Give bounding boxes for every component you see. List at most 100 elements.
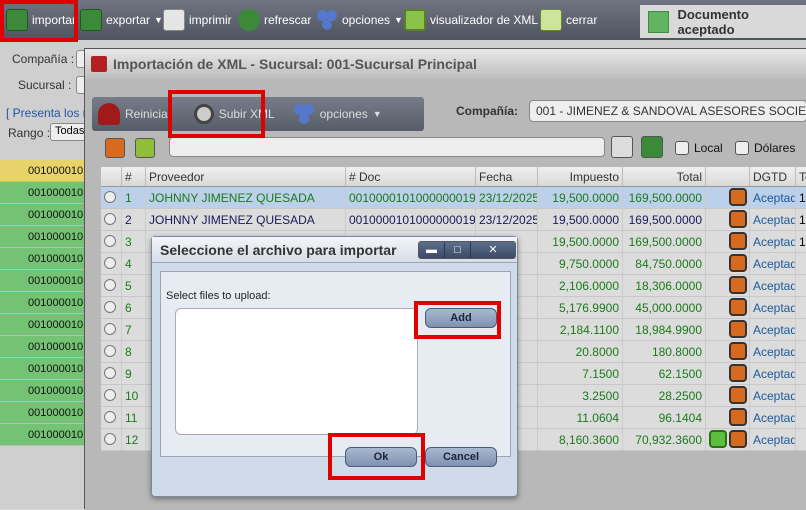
radio-button[interactable] <box>104 235 116 247</box>
row-actions[interactable] <box>706 385 750 406</box>
cancel-button[interactable]: Cancel <box>425 447 497 467</box>
add-icon[interactable] <box>709 430 727 448</box>
delete-icon[interactable] <box>729 342 747 360</box>
table-row[interactable]: 001000010 <box>0 380 90 402</box>
delete-icon[interactable] <box>729 276 747 294</box>
imprimir-button[interactable]: imprimir <box>163 6 232 34</box>
table-row[interactable]: 001000010 <box>0 292 90 314</box>
row-actions[interactable] <box>706 319 750 340</box>
table-row[interactable]: 001000010 <box>0 248 90 270</box>
row-radio[interactable] <box>101 363 122 384</box>
table-row[interactable]: 001000010 <box>0 314 90 336</box>
radio-button[interactable] <box>104 345 116 357</box>
compania-select[interactable]: 001 - JIMENEZ & SANDOVAL ASESORES SOCIED… <box>529 100 806 122</box>
row-actions[interactable] <box>706 407 750 428</box>
radio-button[interactable] <box>104 301 116 313</box>
table-row[interactable]: 2 JOHNNY JIMENEZ QUESADA 00100001010000000… <box>101 209 806 231</box>
delete-icon[interactable] <box>729 188 747 206</box>
radio-button[interactable] <box>104 433 116 445</box>
row-radio[interactable] <box>101 275 122 296</box>
reiniciar-button[interactable]: Reiniciar <box>92 97 178 131</box>
header-dgtd[interactable]: DGTD <box>750 167 796 186</box>
filter-green-icon[interactable] <box>135 138 155 158</box>
header-te[interactable]: Te <box>796 167 806 186</box>
table-row[interactable]: 001000010 <box>0 160 90 182</box>
search-icon[interactable] <box>611 136 633 158</box>
refresh-icon[interactable] <box>641 136 663 158</box>
table-row[interactable]: 001000010 <box>0 270 90 292</box>
delete-icon[interactable] <box>729 386 747 404</box>
local-checkbox[interactable]: Local <box>675 141 723 155</box>
header-total[interactable]: Total <box>623 167 706 186</box>
table-row[interactable]: 001000010 <box>0 204 90 226</box>
dolares-checkbox[interactable]: Dólares <box>735 141 795 155</box>
delete-icon[interactable] <box>729 210 747 228</box>
radio-button[interactable] <box>104 367 116 379</box>
row-radio[interactable] <box>101 319 122 340</box>
window-titlebar[interactable]: Importación de XML - Sucursal: 001-Sucur… <box>85 49 806 79</box>
radio-button[interactable] <box>104 257 116 269</box>
row-radio[interactable] <box>101 231 122 252</box>
row-radio[interactable] <box>101 341 122 362</box>
filter-link[interactable]: [ Presenta los re <box>6 106 93 120</box>
header-fecha[interactable]: Fecha <box>476 167 538 186</box>
exportar-button[interactable]: exportar ▼ <box>80 6 163 34</box>
maximize-icon[interactable]: □ <box>445 242 471 258</box>
row-actions[interactable] <box>706 297 750 318</box>
delete-icon[interactable] <box>729 298 747 316</box>
radio-button[interactable] <box>104 389 116 401</box>
row-actions[interactable] <box>706 231 750 252</box>
table-row[interactable]: 001000010 <box>0 182 90 204</box>
radio-button[interactable] <box>104 191 116 203</box>
checkbox-box[interactable] <box>675 141 689 155</box>
row-radio[interactable] <box>101 253 122 274</box>
table-row[interactable]: 001000010 <box>0 226 90 248</box>
visualizador-xml-button[interactable]: visualizador de XML <box>404 6 538 34</box>
row-radio[interactable] <box>101 187 122 208</box>
refrescar-button[interactable]: refrescar <box>238 6 311 34</box>
header-number[interactable]: # <box>122 167 146 186</box>
rango-select[interactable]: Todas <box>50 123 86 141</box>
delete-icon[interactable] <box>729 408 747 426</box>
row-actions[interactable] <box>706 209 750 230</box>
table-row[interactable]: 1 JOHNNY JIMENEZ QUESADA 00100001010000000… <box>101 187 806 209</box>
table-row[interactable]: 001000010 <box>0 402 90 424</box>
header-impuesto[interactable]: Impuesto <box>538 167 623 186</box>
radio-button[interactable] <box>104 213 116 225</box>
table-row[interactable]: 001000010 <box>0 424 90 446</box>
delete-icon[interactable] <box>729 232 747 250</box>
row-actions[interactable] <box>706 187 750 208</box>
row-radio[interactable] <box>101 429 122 450</box>
delete-icon[interactable] <box>729 430 747 448</box>
row-radio[interactable] <box>101 407 122 428</box>
opciones-button[interactable]: opciones ▼ <box>316 6 403 34</box>
close-icon[interactable]: ✕ <box>471 242 515 258</box>
row-actions[interactable] <box>706 429 750 450</box>
cerrar-button[interactable]: cerrar <box>540 6 597 34</box>
radio-button[interactable] <box>104 279 116 291</box>
filter-orange-icon[interactable] <box>105 138 125 158</box>
row-actions[interactable] <box>706 253 750 274</box>
row-radio[interactable] <box>101 209 122 230</box>
delete-icon[interactable] <box>729 364 747 382</box>
header-proveedor[interactable]: Proveedor <box>146 167 346 186</box>
dialog-titlebar[interactable]: Seleccione el archivo para importar ▬ □ … <box>152 237 517 263</box>
reset-icon <box>98 103 120 125</box>
table-row[interactable]: 001000010 <box>0 336 90 358</box>
radio-button[interactable] <box>104 411 116 423</box>
header-doc[interactable]: # Doc <box>346 167 476 186</box>
checkbox-box[interactable] <box>735 141 749 155</box>
file-list[interactable] <box>175 308 418 435</box>
row-actions[interactable] <box>706 341 750 362</box>
row-radio[interactable] <box>101 297 122 318</box>
delete-icon[interactable] <box>729 320 747 338</box>
delete-icon[interactable] <box>729 254 747 272</box>
row-radio[interactable] <box>101 385 122 406</box>
row-actions[interactable] <box>706 275 750 296</box>
table-row[interactable]: 001000010 <box>0 358 90 380</box>
minimize-icon[interactable]: ▬ <box>419 242 445 258</box>
row-actions[interactable] <box>706 363 750 384</box>
search-input[interactable] <box>169 137 605 157</box>
opciones-menu-button[interactable]: opciones ▼ <box>287 97 388 131</box>
radio-button[interactable] <box>104 323 116 335</box>
